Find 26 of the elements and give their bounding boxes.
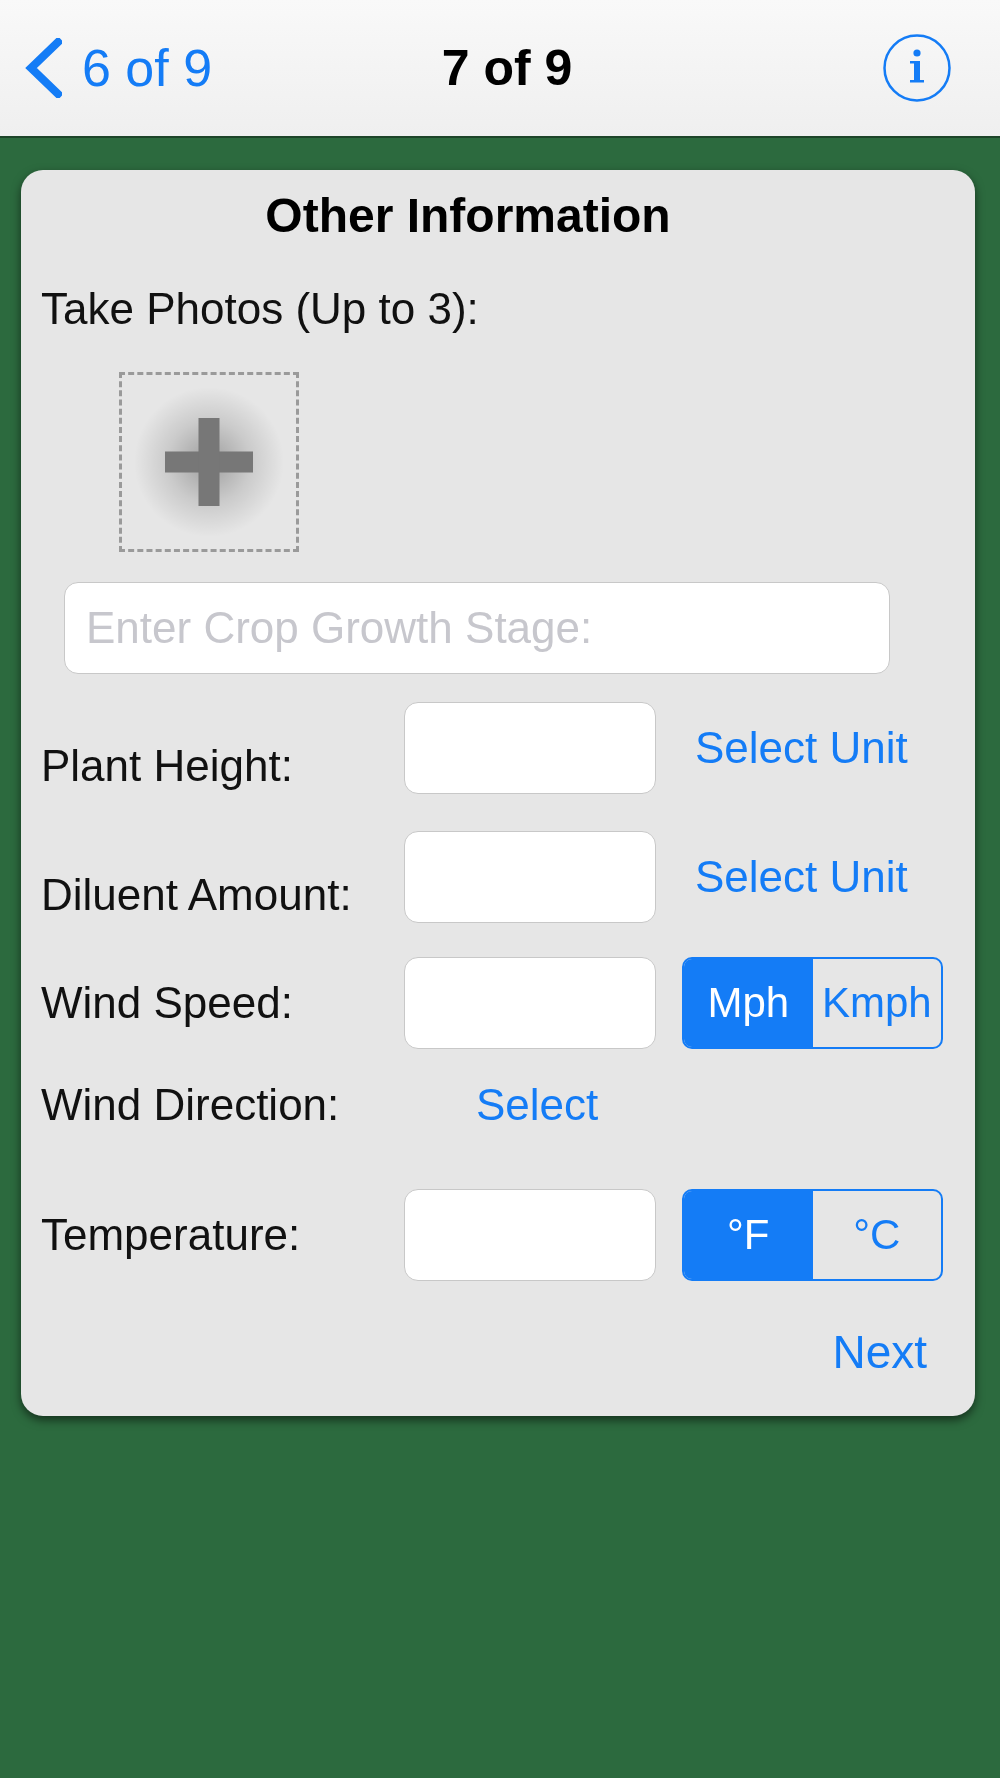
add-photo-button[interactable] [119,372,299,552]
chevron-left-icon [25,38,62,98]
info-button[interactable] [883,34,951,102]
photos-label: Take Photos (Up to 3): [41,284,479,334]
unit-segment[interactable]: °F [684,1191,813,1279]
unit-segment[interactable]: Kmph [812,959,941,1047]
select-direction-button[interactable]: Select [476,1080,599,1130]
select-unit-button[interactable]: Select Unit [695,852,908,902]
next-button[interactable]: Next [832,1324,927,1380]
number-input-field[interactable] [404,957,656,1049]
info-icon [883,34,951,102]
field-label: Wind Speed: [41,978,294,1028]
card-title: Other Information [265,188,671,244]
field-label: Temperature: [41,1210,302,1260]
unit-segment[interactable]: Mph [684,959,813,1047]
field-label: Diluent Amount: [41,870,353,920]
page-title: 7 of 9 [441,39,573,98]
back-button[interactable]: 6 of 9 [25,38,213,98]
number-input-field[interactable] [404,1189,656,1281]
number-input-field[interactable] [404,702,656,794]
number-input-field[interactable] [404,831,656,923]
field-label: Plant Height: [41,741,294,791]
field-label: Wind Direction: [41,1080,341,1130]
select-unit-button[interactable]: Select Unit [695,723,908,773]
growth-stage-field[interactable]: Enter Crop Growth Stage: [64,582,890,674]
unit-segment[interactable]: °C [812,1191,941,1279]
